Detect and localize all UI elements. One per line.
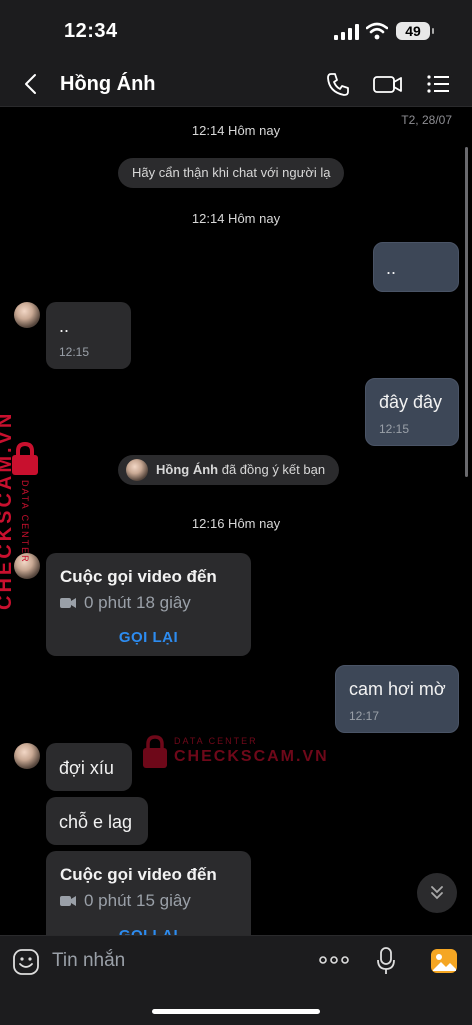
incoming-message[interactable]: .. 12:15 — [46, 302, 131, 369]
message-text: đợi xíu — [59, 758, 114, 778]
timestamp-divider: 12:16 Hôm nay — [191, 516, 281, 531]
video-camera-icon[interactable] — [372, 70, 404, 98]
battery-indicator: 49 — [396, 22, 434, 40]
video-call-card[interactable]: Cuộc gọi video đến 0 phút 15 giây GỌI LẠ… — [46, 851, 251, 935]
video-call-card[interactable]: Cuộc gọi video đến 0 phút 18 giây GỌI LẠ… — [46, 553, 251, 656]
call-back-button[interactable]: GỌI LẠI — [46, 629, 251, 646]
message-text: .. — [59, 316, 70, 336]
watermark-text: CHECKSCAM.VN — [0, 410, 16, 610]
message-text: cam hơi mờ — [349, 679, 446, 699]
chat-header: Hồng Ánh — [0, 62, 472, 107]
watermark-subtext: DATA CENTER — [174, 736, 258, 746]
home-indicator[interactable] — [152, 1009, 320, 1014]
list-menu-icon[interactable] — [424, 70, 452, 98]
more-dots-icon[interactable] — [318, 950, 350, 970]
outgoing-message[interactable]: đây đây 12:15 — [365, 378, 459, 446]
double-chevron-down-icon — [431, 886, 443, 900]
status-time: 12:34 — [64, 20, 118, 42]
video-camera-icon — [60, 896, 76, 906]
incoming-message[interactable]: chỗ e lag — [46, 797, 148, 845]
system-warning: Hãy cẩn thận khi chat với người lạ — [118, 158, 345, 188]
microphone-icon[interactable] — [376, 946, 396, 976]
call-duration: 0 phút 15 giây — [84, 891, 191, 910]
timestamp-divider: 12:14 Hôm nay — [191, 211, 281, 226]
message-time: 12:15 — [59, 345, 90, 359]
scroll-to-bottom-button[interactable] — [417, 873, 457, 913]
message-text: .. — [386, 258, 397, 278]
chat-area[interactable]: T2, 28/07 12:14 Hôm nay Hãy cẩn thận khi… — [0, 107, 472, 935]
watermark-lock-icon — [143, 735, 167, 768]
incoming-message[interactable]: đợi xíu — [46, 743, 132, 791]
wifi-icon — [366, 22, 388, 40]
call-title: Cuộc gọi video đến — [60, 567, 217, 586]
avatar[interactable] — [14, 302, 40, 328]
contact-name[interactable]: Hồng Ánh — [60, 73, 156, 96]
friend-notice-text: đã đồng ý kết bạn — [221, 462, 326, 477]
status-bar: 12:34 49 — [0, 0, 472, 62]
message-input-bar: Tin nhắn — [0, 935, 472, 1025]
avatar[interactable] — [14, 743, 40, 769]
phone-icon[interactable] — [324, 70, 352, 98]
call-title: Cuộc gọi video đến — [60, 865, 217, 884]
message-input[interactable]: Tin nhắn — [52, 950, 125, 972]
watermark-text: CHECKSCAM.VN — [174, 748, 329, 765]
watermark-subtext: DATA CENTER — [20, 480, 30, 564]
chevron-left-icon[interactable] — [20, 72, 44, 96]
emoji-icon[interactable] — [12, 948, 40, 976]
friend-accepted-notice: Hồng Ánh đã đồng ý kết bạn — [118, 455, 340, 485]
image-gallery-icon[interactable] — [430, 948, 458, 974]
scrollbar[interactable] — [465, 147, 468, 477]
video-camera-icon — [60, 598, 76, 608]
outgoing-message[interactable]: cam hơi mờ 12:17 — [335, 665, 459, 733]
call-duration: 0 phút 18 giây — [84, 593, 191, 612]
message-time: 12:17 — [349, 709, 380, 723]
cellular-signal-icon — [334, 24, 359, 40]
avatar — [126, 459, 148, 481]
watermark: DATA CENTER CHECKSCAM.VN — [140, 734, 327, 774]
outgoing-message[interactable]: .. — [373, 242, 459, 292]
message-text: chỗ e lag — [59, 812, 133, 832]
message-text: đây đây — [379, 392, 443, 412]
message-time: 12:15 — [379, 422, 410, 436]
friend-name: Hồng Ánh — [156, 462, 219, 477]
timestamp-divider: 12:14 Hôm nay — [191, 123, 281, 138]
call-back-button[interactable]: GỌI LẠI — [46, 927, 251, 935]
